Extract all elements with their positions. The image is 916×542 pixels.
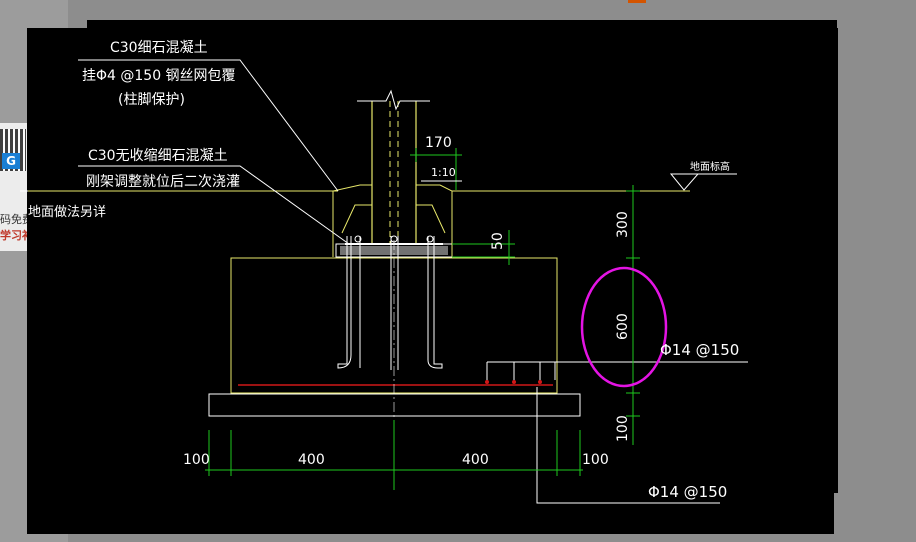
cad-drawing: C30细石混凝土 挂Φ4 @150 钢丝网包覆 (柱脚保护) C30无收缩细石混…	[20, 20, 838, 534]
note-ground-finish: 地面做法另详	[28, 205, 106, 220]
dim-100-vertical-label: 100	[615, 415, 631, 442]
rebar-label-bottom: Φ14 @150	[648, 483, 727, 501]
rebar-label-right: Φ14 @150	[660, 341, 739, 359]
dim-100-right-label: 100	[582, 452, 609, 468]
ground-level-label: 地面标高	[690, 160, 730, 173]
rebar-dot-1	[485, 380, 489, 384]
rebar-dot-2	[512, 380, 516, 384]
dim-100-left-label: 100	[183, 452, 210, 468]
rebar-dot-3	[538, 380, 542, 384]
dim-400-left-label: 400	[298, 452, 325, 468]
note-wire-mesh: 挂Φ4 @150 钢丝网包覆	[82, 68, 236, 84]
cad-background-top	[87, 20, 837, 32]
note-concrete-fine: C30细石混凝土	[110, 40, 208, 56]
cad-background-right	[830, 28, 838, 493]
slope-label: 1:10	[431, 166, 456, 179]
dim-50-label: 50	[490, 232, 506, 250]
dim-170-label: 170	[425, 135, 452, 151]
note-grouting: 刚架调整就位后二次浇灌	[86, 174, 240, 190]
note-nonshrink-concrete: C30无收缩细石混凝土	[88, 148, 228, 164]
dim-300-label: 300	[615, 211, 631, 238]
dim-600-label: 600	[615, 313, 631, 340]
dim-400-right-label: 400	[462, 452, 489, 468]
note-column-protect: (柱脚保护)	[118, 92, 185, 108]
